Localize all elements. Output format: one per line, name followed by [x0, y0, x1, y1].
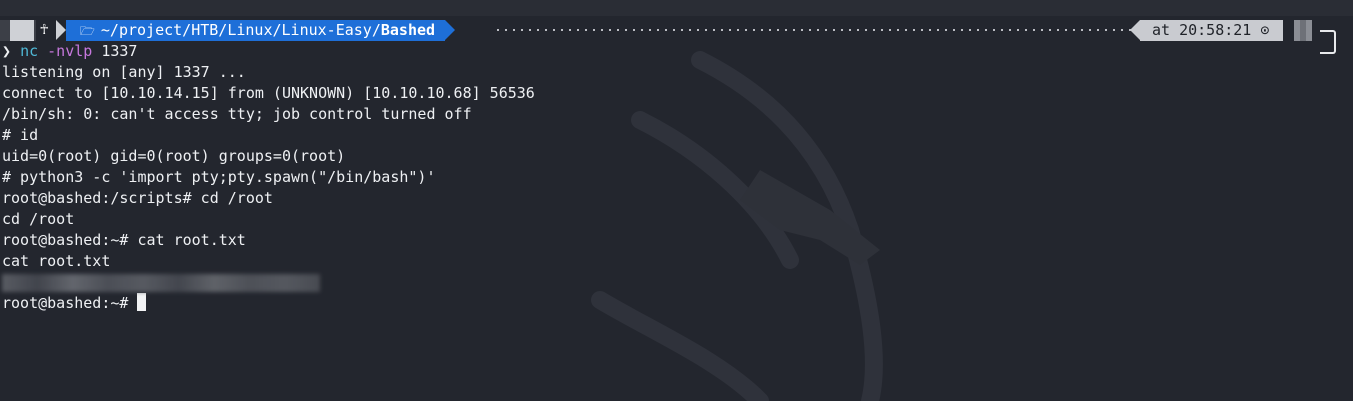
time-segment: at 20:58:21 ⊙ [1140, 20, 1284, 41]
output-line: connect to [10.10.14.15] from (UNKNOWN) … [2, 84, 535, 102]
output-line: /bin/sh: 0: can't access tty; job contro… [2, 105, 472, 123]
active-prompt-line[interactable]: root@bashed:~# [2, 293, 535, 314]
time-label: at 20:58:21 [1152, 21, 1252, 39]
time-segment-cap-inner [1300, 20, 1306, 41]
folder-icon: 🗁 [80, 24, 95, 38]
prompt-filler-dots [494, 29, 1134, 31]
os-segment-separator [56, 20, 66, 40]
output-line: listening on [any] 1337 ... [2, 63, 246, 81]
linux-icon: ☥ [40, 22, 49, 38]
command-line: ❯ nc -nvlp 1337 [2, 41, 535, 62]
output-line: root@bashed:~# cat root.txt [2, 231, 246, 249]
command-port: 1337 [101, 42, 138, 60]
path-segment-separator [445, 20, 455, 40]
text-cursor[interactable] [137, 293, 147, 311]
output-line: uid=0(root) gid=0(root) groups=0(root) [2, 147, 346, 165]
terminal[interactable]: ☥ 🗁 ~/project/HTB/Linux/Linux-Easy/Bashed… [0, 0, 1353, 401]
status-bracket [1320, 30, 1336, 54]
prompt-arrow-icon: ❯ [2, 42, 12, 60]
path-prefix: ~/project/HTB/Linux/Linux-Easy/ [100, 21, 381, 39]
path-current-dir: Bashed [380, 21, 436, 39]
time-segment-separator [1130, 20, 1140, 40]
redacted-flag-line [2, 272, 535, 293]
output-line: cat root.txt [2, 252, 111, 270]
terminal-output: ❯ nc -nvlp 1337 listening on [any] 1337 … [2, 41, 535, 314]
redacted-flag [2, 273, 320, 292]
powerline-prompt: ☥ 🗁 ~/project/HTB/Linux/Linux-Easy/Bashed… [0, 20, 1353, 54]
shell-prompt: root@bashed:~# [2, 294, 138, 312]
output-line: # python3 -c 'import pty;pty.spawn("/bin… [2, 168, 436, 186]
path-segment: 🗁 ~/project/HTB/Linux/Linux-Easy/Bashed [66, 20, 446, 41]
output-line: # id [2, 126, 39, 144]
command-flags: -nvlp [47, 42, 93, 60]
output-line: cd /root [2, 210, 75, 228]
command-name: nc [20, 42, 39, 60]
output-line: root@bashed:/scripts# cd /root [2, 189, 273, 207]
clock-icon: ⊙ [1260, 21, 1270, 39]
os-segment-fill [10, 20, 34, 41]
